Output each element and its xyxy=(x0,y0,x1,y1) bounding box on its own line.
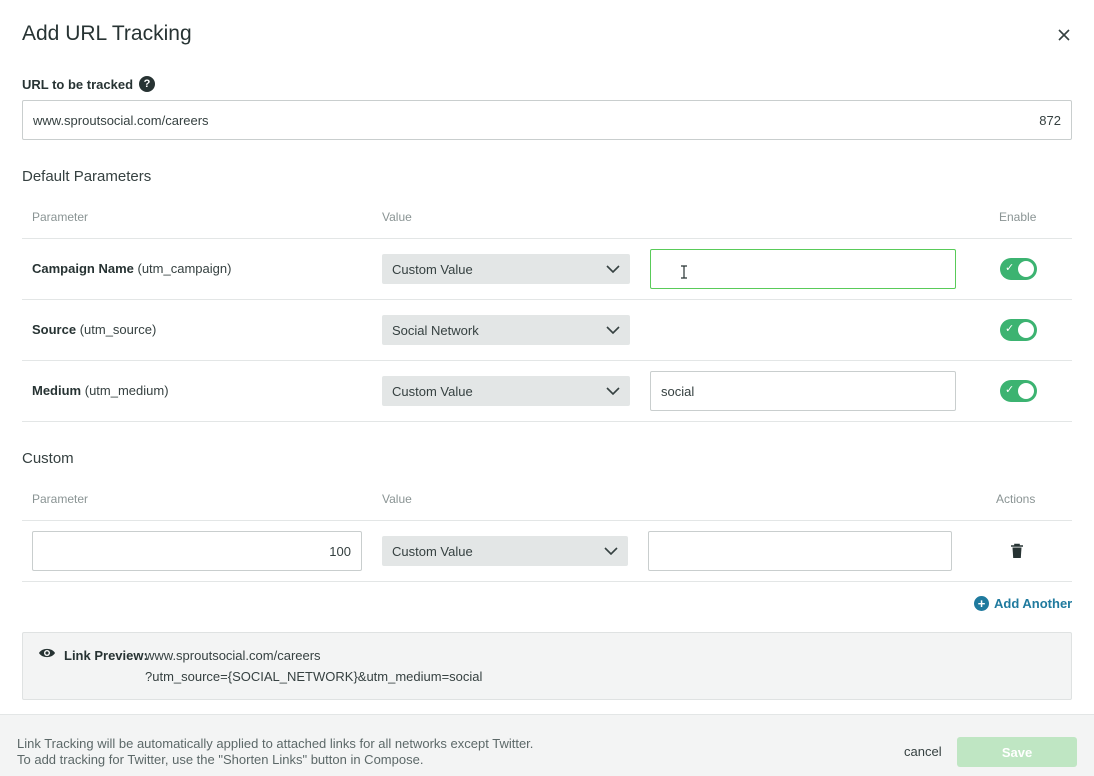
url-label: URL to be tracked ? xyxy=(22,76,156,92)
campaign-value-select[interactable]: Custom Value xyxy=(382,254,630,284)
select-label: Custom Value xyxy=(392,383,473,399)
check-icon: ✓ xyxy=(1005,323,1015,335)
custom-title: Custom xyxy=(22,450,74,467)
medium-value-select[interactable]: Custom Value xyxy=(382,376,630,406)
check-icon: ✓ xyxy=(1005,384,1015,396)
custom-param-count: 100 xyxy=(329,543,351,559)
delete-button[interactable] xyxy=(1008,542,1026,560)
footer-note-line2: To add tracking for Twitter, use the "Sh… xyxy=(17,752,424,767)
add-another-label: Add Another xyxy=(994,596,1073,611)
select-label: Custom Value xyxy=(392,261,473,277)
default-header-enable: Enable xyxy=(999,210,1037,224)
select-label: Social Network xyxy=(392,322,479,338)
select-label: Custom Value xyxy=(392,543,473,559)
link-preview-label: Link Preview: xyxy=(64,648,148,663)
param-label-medium: Medium (utm_medium) xyxy=(32,383,169,398)
close-button[interactable] xyxy=(1054,25,1074,45)
campaign-enable-toggle[interactable]: ✓ xyxy=(1000,258,1037,280)
modal-footer: Link Tracking will be automatically appl… xyxy=(0,714,1094,776)
custom-param-input[interactable]: 100 xyxy=(32,531,362,571)
chevron-down-icon xyxy=(606,265,620,273)
source-value-select[interactable]: Social Network xyxy=(382,315,630,345)
add-another-button[interactable]: + Add Another xyxy=(974,596,1072,611)
plus-circle-icon: + xyxy=(974,596,989,611)
modal-title: Add URL Tracking xyxy=(22,22,192,45)
link-preview-query: ?utm_source={SOCIAL_NETWORK}&utm_medium=… xyxy=(145,669,483,684)
default-header-parameter: Parameter xyxy=(32,210,89,224)
url-input-value: www.sproutsocial.com/careers xyxy=(33,112,209,128)
param-label-campaign: Campaign Name (utm_campaign) xyxy=(32,261,232,276)
custom-header-parameter: Parameter xyxy=(32,492,89,506)
custom-header-actions: Actions xyxy=(996,492,1036,506)
toggle-knob xyxy=(1018,322,1034,338)
toggle-knob xyxy=(1018,383,1034,399)
divider xyxy=(22,360,1072,361)
medium-value-input[interactable]: social xyxy=(650,371,956,411)
url-input[interactable]: www.sproutsocial.com/careers 872 xyxy=(22,100,1072,140)
divider xyxy=(22,238,1072,239)
divider xyxy=(22,520,1072,521)
custom-header-value: Value xyxy=(382,492,412,506)
save-button[interactable]: Save xyxy=(957,737,1077,767)
footer-note: Link Tracking will be automatically appl… xyxy=(17,736,533,768)
param-label-source: Source (utm_source) xyxy=(32,322,157,337)
help-icon[interactable]: ? xyxy=(139,76,156,92)
chevron-down-icon xyxy=(606,326,620,334)
url-label-text: URL to be tracked xyxy=(22,76,134,92)
url-char-count: 872 xyxy=(1039,112,1061,128)
chevron-down-icon xyxy=(604,547,618,555)
campaign-value-input[interactable] xyxy=(650,249,956,289)
footer-note-line1: Link Tracking will be automatically appl… xyxy=(17,736,534,751)
divider xyxy=(22,299,1072,300)
default-params-title: Default Parameters xyxy=(22,168,152,185)
check-icon: ✓ xyxy=(1005,262,1015,274)
source-enable-toggle[interactable]: ✓ xyxy=(1000,319,1037,341)
text-cursor-icon xyxy=(681,265,687,279)
close-icon xyxy=(1058,29,1070,41)
medium-enable-toggle[interactable]: ✓ xyxy=(1000,380,1037,402)
eye-icon xyxy=(39,648,55,658)
default-header-value: Value xyxy=(382,210,412,224)
divider xyxy=(22,581,1072,582)
divider xyxy=(22,421,1072,422)
chevron-down-icon xyxy=(606,387,620,395)
link-preview-url: www.sproutsocial.com/careers xyxy=(145,648,321,663)
trash-icon xyxy=(1011,543,1023,558)
custom-value-input[interactable] xyxy=(648,531,952,571)
medium-input-value: social xyxy=(661,383,695,399)
cancel-button[interactable]: cancel xyxy=(904,744,942,759)
toggle-knob xyxy=(1018,261,1034,277)
link-preview-box: Link Preview: www.sproutsocial.com/caree… xyxy=(22,632,1072,700)
custom-value-select[interactable]: Custom Value xyxy=(382,536,628,566)
